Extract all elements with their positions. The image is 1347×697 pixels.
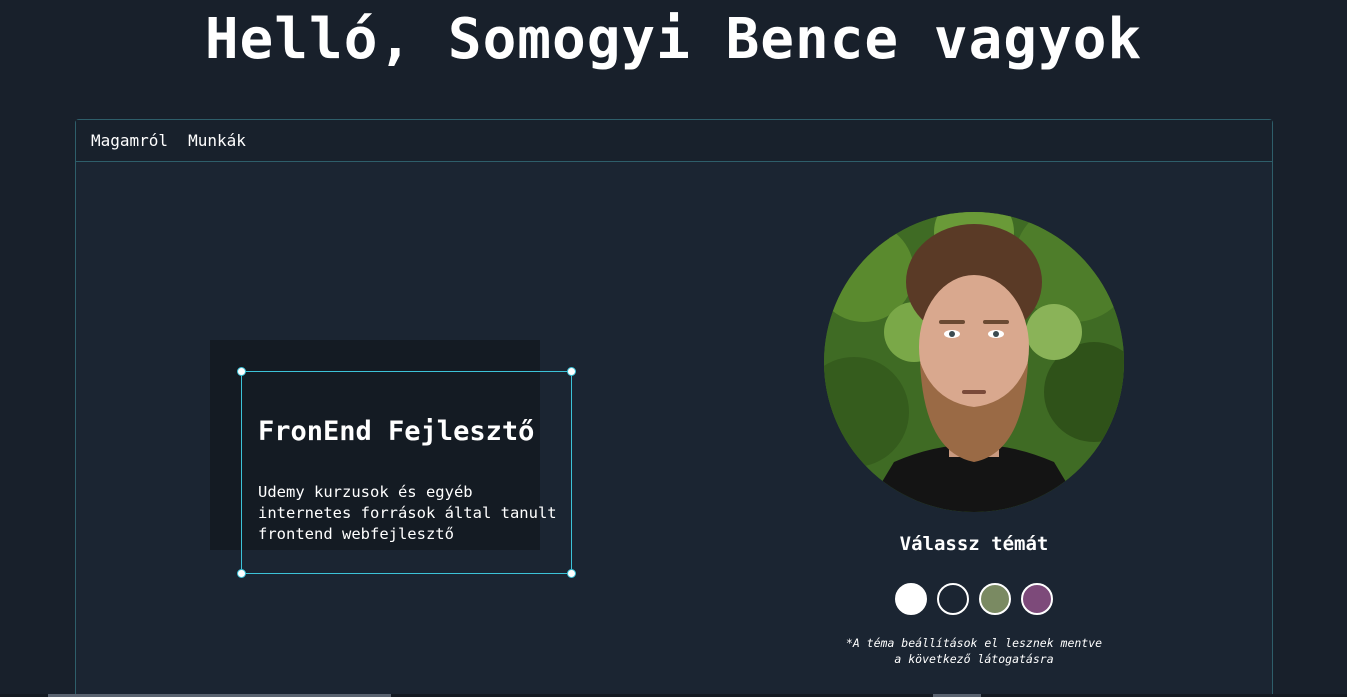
- tab-magamrol[interactable]: Magamról: [91, 131, 168, 150]
- theme-note-line1: *A téma beállítások el lesznek mentve: [845, 636, 1103, 650]
- theme-note: *A téma beállítások el lesznek mentve a …: [774, 635, 1174, 667]
- theme-swatch-purple[interactable]: [1021, 583, 1053, 615]
- corner-handle: [237, 367, 246, 376]
- theme-title: Válassz témát: [899, 533, 1049, 555]
- intro-card: FronEnd Fejlesztő Udemy kurzusok és egyé…: [237, 367, 576, 578]
- corner-handle: [237, 569, 246, 578]
- theme-swatches: [824, 583, 1124, 615]
- profile-photo-icon: [824, 212, 1124, 512]
- theme-swatch-white[interactable]: [895, 583, 927, 615]
- theme-note-line2: a következő látogatásra: [894, 652, 1054, 666]
- tab-munkak[interactable]: Munkák: [188, 131, 246, 150]
- theme-swatch-dark[interactable]: [937, 583, 969, 615]
- page-title: Helló, Somogyi Bence vagyok: [204, 7, 1143, 72]
- card-description: Udemy kurzusok és egyéb internetes forrá…: [258, 483, 557, 543]
- corner-handle: [567, 367, 576, 376]
- theme-swatch-sage[interactable]: [979, 583, 1011, 615]
- profile-photo: [824, 212, 1124, 512]
- tab-nav: Magamról Munkák: [76, 120, 1272, 162]
- corner-handle: [567, 569, 576, 578]
- card-title: FronEnd Fejlesztő: [258, 416, 535, 447]
- page: Helló, Somogyi Bence vagyok Magamról Mun…: [0, 0, 1347, 697]
- content-panel: Magamról Munkák FronEnd Fejlesztő Udemy …: [75, 119, 1273, 697]
